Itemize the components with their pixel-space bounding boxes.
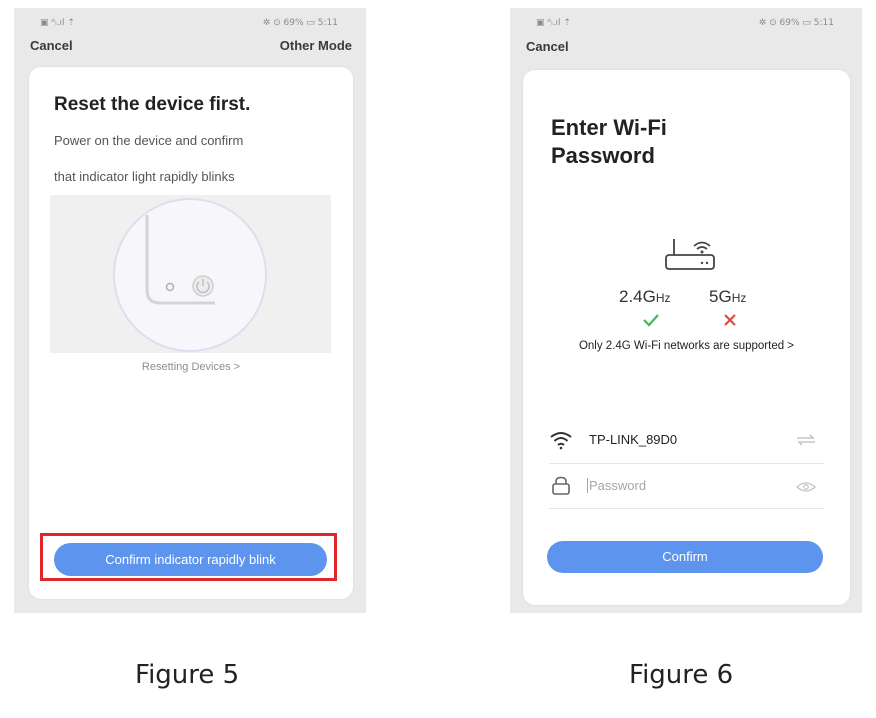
password-field[interactable]: Password xyxy=(587,476,787,496)
confirm-button[interactable]: Confirm xyxy=(547,541,823,573)
lock-icon xyxy=(552,476,570,495)
status-icons-left: ▣ ᵒᵢ.ıl ⇡ xyxy=(536,18,571,28)
text-cursor xyxy=(587,478,588,493)
title-line-2: Password xyxy=(551,143,655,168)
figure-5-caption: Figure 5 xyxy=(135,660,240,690)
divider xyxy=(549,463,824,464)
phone-screen-figure6: ▣ ᵒᵢ.ıl ⇡ ✲ ⊙ 69% ▭ 5:11 Cancel Enter Wi… xyxy=(510,8,862,613)
band-24ghz-label: 2.4GHz xyxy=(619,287,671,306)
other-mode-button[interactable]: Other Mode xyxy=(280,38,352,53)
wifi-icon xyxy=(550,432,572,450)
confirm-indicator-button[interactable]: Confirm indicator rapidly blink xyxy=(54,543,327,576)
eye-icon[interactable] xyxy=(796,481,816,493)
cross-icon xyxy=(724,314,736,326)
band-5ghz-label: 5GHz xyxy=(709,287,747,306)
password-placeholder: Password xyxy=(589,478,647,493)
page-title: Reset the device first. xyxy=(54,94,251,115)
title-line-1: Enter Wi-Fi xyxy=(551,115,667,140)
check-icon xyxy=(643,314,659,327)
status-icons-left: ▣ ᵒᵢ.ıl ⇡ xyxy=(40,18,75,28)
description-line-2: that indicator light rapidly blinks xyxy=(54,169,235,184)
device-image-icon xyxy=(113,198,267,352)
reset-card: Reset the device first. Power on the dev… xyxy=(29,67,353,599)
switch-network-icon[interactable] xyxy=(796,434,816,446)
device-illustration xyxy=(50,195,331,353)
status-icons-right: ✲ ⊙ 69% ▭ 5:11 xyxy=(262,18,338,28)
cancel-button[interactable]: Cancel xyxy=(30,38,73,53)
ssid-value: TP-LINK_89D0 xyxy=(589,432,678,447)
wifi-card: Enter Wi-Fi Password 2.4GHz 5GHz Only 2.… xyxy=(523,70,850,605)
page-title: Enter Wi-Fi Password xyxy=(551,114,667,170)
status-bar: ▣ ᵒᵢ.ıl ⇡ ✲ ⊙ 69% ▭ 5:11 xyxy=(14,18,366,32)
router-icon xyxy=(665,239,715,270)
status-icons-right: ✲ ⊙ 69% ▭ 5:11 xyxy=(758,18,834,28)
cancel-button[interactable]: Cancel xyxy=(526,39,569,54)
description-line-1: Power on the device and confirm xyxy=(54,133,244,148)
supported-networks-link[interactable]: Only 2.4G Wi-Fi networks are supported > xyxy=(523,340,850,352)
resetting-devices-link[interactable]: Resetting Devices > xyxy=(29,361,353,373)
divider xyxy=(549,508,824,509)
phone-screen-figure5: ▣ ᵒᵢ.ıl ⇡ ✲ ⊙ 69% ▭ 5:11 Cancel Other Mo… xyxy=(14,8,366,613)
figure-6-caption: Figure 6 xyxy=(629,660,734,690)
status-bar: ▣ ᵒᵢ.ıl ⇡ ✲ ⊙ 69% ▭ 5:11 xyxy=(510,18,862,32)
